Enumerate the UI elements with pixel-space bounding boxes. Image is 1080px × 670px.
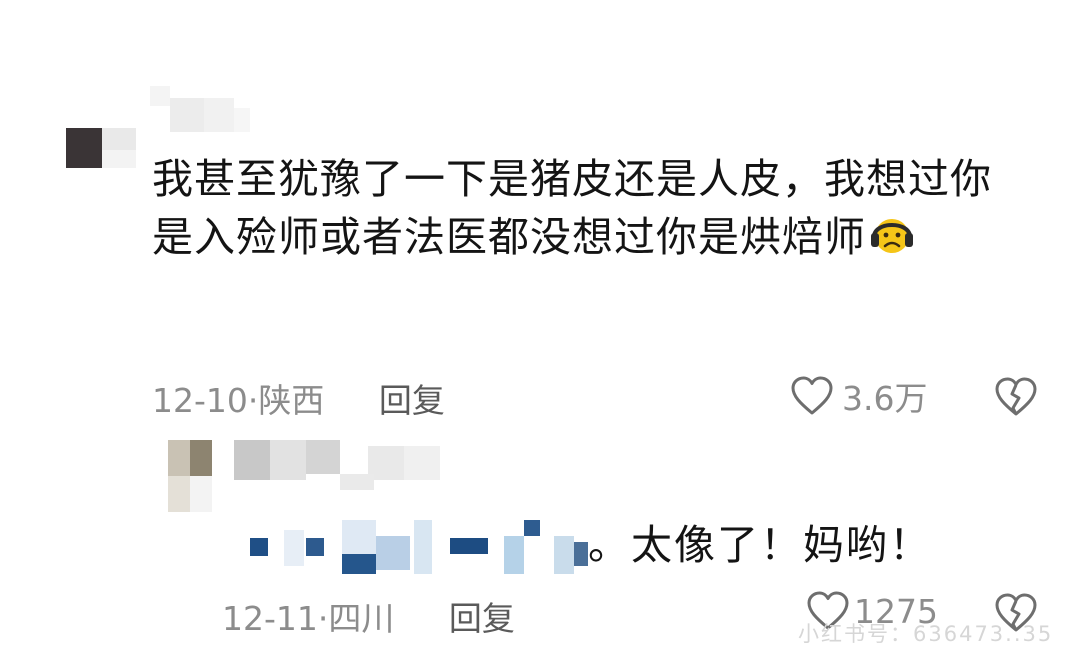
like-count: 3.6万 — [842, 379, 928, 418]
comment-meta: 12-10·陕西 回复 — [152, 374, 445, 422]
reply-avatar[interactable] — [168, 440, 212, 512]
frowning-face-emoji — [870, 213, 914, 257]
like-button[interactable]: 3.6万 — [790, 372, 927, 420]
broken-heart-icon[interactable] — [994, 376, 1038, 418]
comment-section: 我甚至犹豫了一下是猪皮还是人皮，我想过你是入殓师或者法医都没想过你是烘焙师 12… — [0, 0, 1080, 670]
meta-separator: · — [317, 599, 329, 638]
comment-text: 我甚至犹豫了一下是猪皮还是人皮，我想过你是入殓师或者法医都没想过你是烘焙师 — [152, 155, 992, 261]
reply-location: 四川 — [328, 599, 395, 638]
comment-date: 12-10 — [152, 381, 248, 420]
reply-comment-text: 。太像了！妈哟！ — [588, 521, 932, 569]
avatar[interactable] — [66, 128, 136, 168]
watermark: 小红书号：636473..35 — [798, 622, 1054, 646]
comment-location: 陕西 — [258, 381, 325, 420]
meta-separator: · — [247, 381, 259, 420]
reply-button[interactable]: 回复 — [379, 381, 445, 420]
reply-button[interactable]: 回复 — [449, 599, 515, 638]
reply-username-blurred[interactable] — [234, 440, 444, 490]
reply-date: 12-11 — [222, 599, 318, 638]
username-blurred[interactable] — [150, 86, 250, 132]
reply-meta: 12-11·四川 回复 — [222, 592, 515, 640]
heart-outline-icon — [791, 376, 833, 415]
reply-text-blurred — [238, 516, 590, 576]
